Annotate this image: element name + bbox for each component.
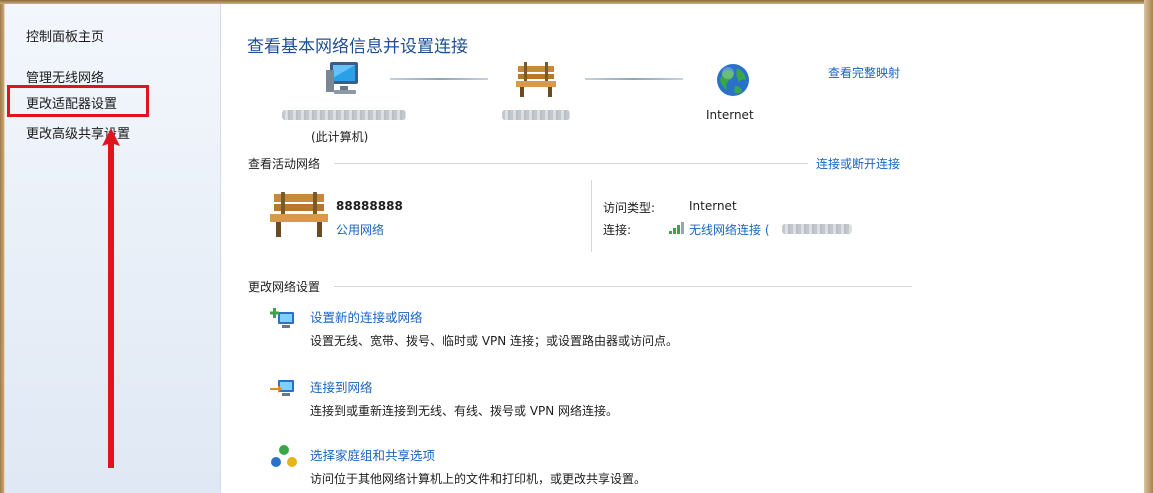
bench-icon (516, 62, 556, 97)
divider (334, 286, 912, 287)
internet-label: Internet (706, 108, 754, 122)
globe-icon (717, 64, 749, 96)
vertical-divider (591, 180, 592, 252)
divider (334, 163, 808, 164)
active-networks-header: 查看活动网络 (248, 157, 321, 171)
connection-line-2 (585, 78, 683, 80)
homegroup-sharing-link[interactable]: 选择家庭组和共享选项 (310, 445, 435, 464)
sidebar: 控制面板主页 管理无线网络 更改适配器设置 更改高级共享设置 (5, 4, 221, 493)
computer-icon (326, 62, 358, 94)
ssid-redacted (782, 224, 852, 234)
access-type-value: Internet (689, 199, 737, 213)
access-type-label: 访问类型: (603, 201, 656, 215)
network-name-redacted (502, 110, 570, 120)
homegroup-icon (271, 445, 297, 467)
connection-label: 连接: (603, 223, 632, 237)
new-connection-icon (270, 308, 294, 328)
setup-connection-desc: 设置无线、宽带、拨号、临时或 VPN 连接；或设置路由器或访问点。 (310, 334, 679, 348)
network-type-link[interactable]: 公用网络 (336, 221, 384, 238)
change-settings-header: 更改网络设置 (248, 280, 321, 294)
setup-connection-link[interactable]: 设置新的连接或网络 (310, 307, 423, 326)
main-content: 查看基本网络信息并设置连接 查看完整映射 (此计算机) Internet 查看活… (222, 4, 912, 493)
connect-network-icon (270, 380, 294, 396)
connection-line-1 (390, 78, 488, 80)
connect-to-network-link[interactable]: 连接到网络 (310, 377, 373, 396)
view-full-map-link[interactable]: 查看完整映射 (828, 64, 900, 81)
active-network-name: 88888888 (336, 199, 403, 213)
window-right-border (1144, 0, 1153, 493)
annotation-arrow (102, 128, 120, 468)
computer-sublabel: (此计算机) (311, 130, 369, 144)
signal-icon (669, 222, 684, 234)
bench-icon (270, 192, 328, 237)
connect-to-network-desc: 连接到或重新连接到无线、有线、拨号或 VPN 网络连接。 (310, 404, 619, 418)
wireless-connection-link[interactable]: 无线网络连接 ( (689, 221, 770, 238)
sidebar-item-control-panel-home[interactable]: 控制面板主页 (26, 26, 104, 45)
connect-disconnect-link[interactable]: 连接或断开连接 (816, 155, 900, 172)
page-title: 查看基本网络信息并设置连接 (247, 37, 468, 57)
homegroup-sharing-desc: 访问位于其他网络计算机上的文件和打印机，或更改共享设置。 (310, 472, 647, 486)
computer-name-redacted (282, 110, 406, 120)
highlight-box (7, 85, 149, 117)
sidebar-item-manage-wireless[interactable]: 管理无线网络 (26, 67, 104, 86)
